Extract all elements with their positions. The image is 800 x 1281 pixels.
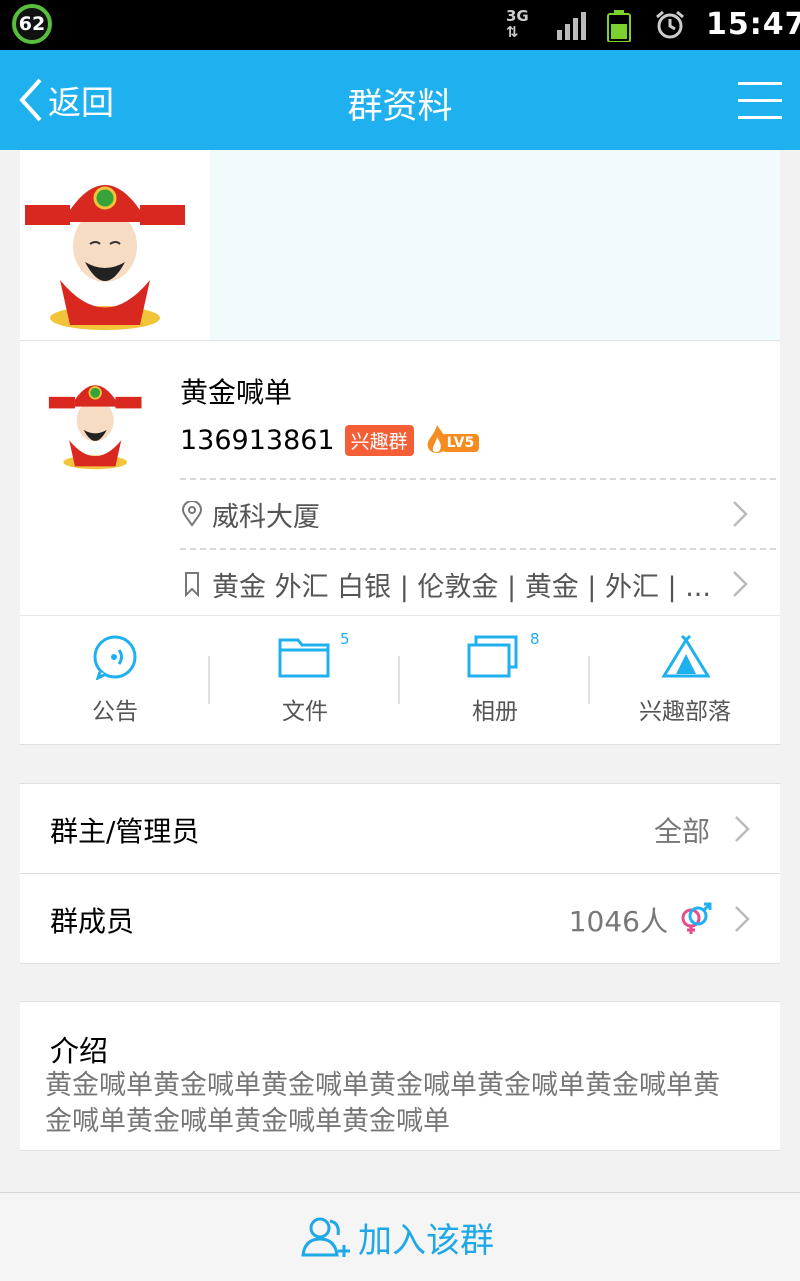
tool-album[interactable]: 8 相册 bbox=[400, 616, 590, 744]
location-text: 威科大厦 bbox=[212, 501, 320, 533]
chevron-right-icon bbox=[733, 571, 748, 597]
tool-tribe[interactable]: 兴趣部落 bbox=[590, 616, 780, 744]
group-tools: 公告 5 文件 8 相册 兴趣部落 bbox=[20, 615, 780, 745]
admins-label: 群主/管理员 bbox=[50, 815, 200, 848]
chevron-right-icon bbox=[735, 816, 750, 842]
alarm-icon bbox=[656, 10, 684, 39]
signal-icon bbox=[557, 12, 586, 40]
files-count: 5 bbox=[340, 630, 350, 648]
admins-value: 全部 bbox=[653, 815, 710, 848]
admins-row[interactable]: 群主/管理员 全部 bbox=[20, 784, 780, 873]
members-row[interactable]: 群成员 1046人 bbox=[20, 873, 780, 963]
chevron-right-icon bbox=[733, 501, 748, 527]
tool-label: 兴趣部落 bbox=[639, 699, 731, 725]
tags-row[interactable]: 黄金 外汇 白银 | 伦敦金 | 黄金 | 外汇 | ... bbox=[180, 548, 776, 618]
location-pin-icon bbox=[181, 501, 203, 527]
network-3g-icon: 3G ⇅ bbox=[506, 7, 529, 41]
gender-icon bbox=[681, 902, 712, 934]
tool-files[interactable]: 5 文件 bbox=[210, 616, 400, 744]
battery-percent-icon: 62 bbox=[12, 4, 52, 44]
album-count: 8 bbox=[530, 630, 540, 648]
group-info-card: 黄金喊单 136913861 兴趣群 LV5 威科大厦 黄金 外汇 白银 | 伦… bbox=[20, 340, 780, 616]
intro-title: 介绍 bbox=[50, 1034, 109, 1068]
tool-label: 文件 bbox=[282, 699, 328, 725]
clock: 15:47 bbox=[706, 7, 800, 42]
group-id-row: 136913861 兴趣群 LV5 bbox=[180, 423, 480, 457]
group-level-badge: LV5 bbox=[441, 434, 480, 452]
album-icon bbox=[467, 635, 518, 678]
nav-bar: 返回 群资料 bbox=[0, 50, 800, 150]
tool-label: 相册 bbox=[472, 699, 518, 725]
chevron-right-icon bbox=[735, 906, 750, 932]
battery-icon bbox=[607, 10, 631, 42]
tool-announcement[interactable]: 公告 bbox=[20, 616, 210, 744]
tags-text: 黄金 外汇 白银 | 伦敦金 | 黄金 | 外汇 | ... bbox=[212, 571, 711, 603]
add-group-icon bbox=[301, 1217, 350, 1257]
tool-label: 公告 bbox=[92, 699, 138, 725]
group-id: 136913861 bbox=[180, 424, 335, 456]
folder-icon bbox=[278, 638, 330, 678]
group-name: 黄金喊单 bbox=[180, 376, 293, 409]
tribe-tent-icon bbox=[661, 634, 711, 678]
intro-body: 黄金喊单黄金喊单黄金喊单黄金喊单黄金喊单黄金喊单黄金喊单黄金喊单黄金喊单黄金喊单 bbox=[45, 1070, 720, 1137]
page-title: 群资料 bbox=[347, 87, 453, 127]
intro-section: 介绍 黄金喊单黄金喊单黄金喊单黄金喊单黄金喊单黄金喊单黄金喊单黄金喊单黄金喊单黄… bbox=[20, 1001, 780, 1151]
group-type-badge: 兴趣群 bbox=[344, 424, 414, 456]
join-group-button[interactable]: 加入该群 bbox=[300, 1209, 494, 1265]
announcement-icon bbox=[93, 635, 137, 680]
status-bar: 62 3G ⇅ 15:47 bbox=[0, 0, 800, 50]
member-list: 群主/管理员 全部 群成员 1046人 bbox=[20, 783, 780, 964]
bookmark-icon bbox=[185, 572, 199, 597]
group-cover bbox=[20, 150, 780, 340]
bottom-bar: 加入该群 bbox=[0, 1192, 800, 1281]
members-count: 1046人 bbox=[568, 905, 668, 938]
menu-icon[interactable] bbox=[738, 82, 782, 119]
location-row[interactable]: 威科大厦 bbox=[180, 478, 776, 548]
battery-level: 62 bbox=[18, 13, 46, 35]
group-cover-image[interactable] bbox=[20, 150, 210, 340]
join-label: 加入该群 bbox=[358, 1220, 494, 1261]
group-avatar[interactable] bbox=[46, 365, 156, 475]
members-label: 群成员 bbox=[50, 905, 135, 938]
